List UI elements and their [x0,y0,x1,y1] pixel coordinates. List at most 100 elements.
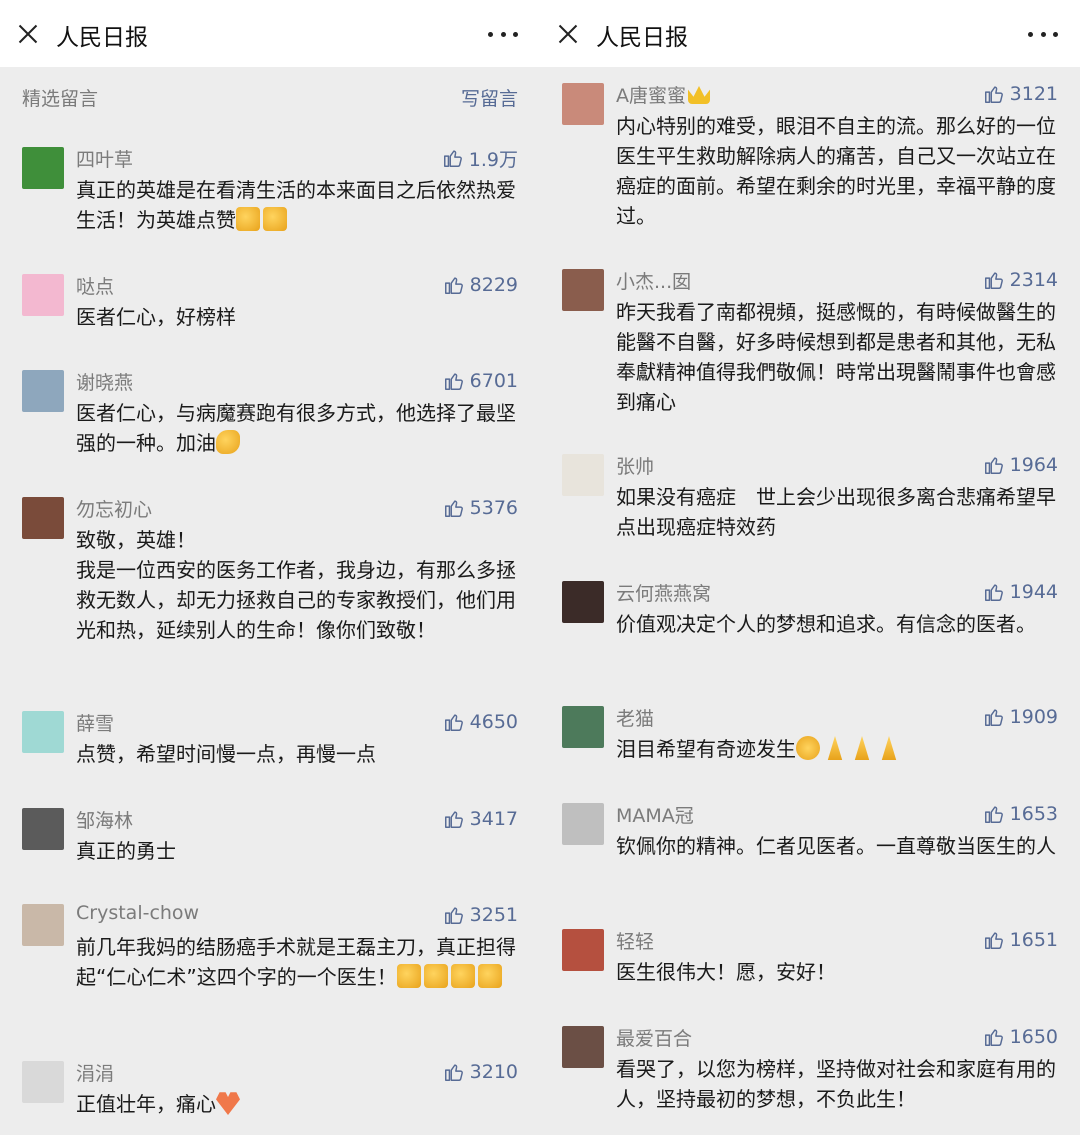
avatar[interactable] [22,274,64,316]
comment-nickname: 小杰...囡 [616,267,691,294]
avatar[interactable] [22,497,64,539]
comment-text: 泪目希望有奇迹发生 [616,734,1060,764]
comment-text-line: 致敬，英雄！ [76,528,196,552]
comment-nickname: 轻轻 [616,927,654,954]
avatar[interactable] [562,454,604,496]
like-button[interactable]: 6701 [443,368,518,394]
thumbs-up-icon [444,811,463,828]
comment-text-line: 真正的英雄是在看清生活的本来面目之后依然热爱生活！为英雄点赞 [76,178,516,232]
pray-icon [881,736,897,760]
comment-nickname: A唐蜜蜜 [616,81,713,108]
comment-text: 内心特别的难受，眼泪不自主的流。那么好的一位医生平生救助解除病人的痛苦，自己又一… [616,111,1060,231]
comment-text: 医者仁心，好榜样 [76,302,520,332]
like-count: 1944 [1009,581,1058,603]
avatar[interactable] [22,808,64,850]
like-count: 1909 [1009,706,1058,728]
avatar[interactable] [562,581,604,623]
like-button[interactable]: 8229 [443,272,518,298]
thumbs-up-icon [444,373,463,390]
avatar[interactable] [22,711,64,753]
like-count: 2314 [1009,269,1058,291]
write-comment-link[interactable]: 写留言 [461,84,518,111]
like-count: 5376 [469,497,518,519]
avatar[interactable] [562,929,604,971]
thumbs-up-icon [984,1029,1003,1046]
thumbs-up-icon [444,714,463,731]
comment-text-line: 医生很伟大！愿，安好！ [616,960,836,984]
thumbs-up-icon [443,150,462,167]
close-icon[interactable] [14,20,42,48]
comment-text-line: 昨天我看了南都視頻，挺感慨的，有時候做醫生的能醫不自醫，好多時候想到都是患者和其… [616,300,1056,414]
comment-nickname: 云何燕燕窝 [616,579,711,606]
like-button[interactable]: 2314 [983,267,1058,293]
nickname-text: 老猫 [616,708,655,730]
like-button[interactable]: 1909 [983,704,1058,730]
like-button[interactable]: 1.9万 [442,145,518,171]
nickname-text: 邹海林 [76,810,134,832]
avatar[interactable] [562,803,604,845]
thumbs-up-icon [444,277,463,294]
comment-text-line: 医者仁心，好榜样 [76,305,236,329]
comment-nickname: 邹海林 [76,806,133,833]
avatar[interactable] [562,1026,604,1068]
broken-heart-icon [216,1092,240,1115]
nickname-text: 涓涓 [76,1063,115,1085]
right-comments-panel: 人民日报 A唐蜜蜜 3121 内心特别的难受，眼泪不自主的流。那么好的一位医生平生救… [540,0,1080,1135]
nickname-text: 张帅 [616,456,655,478]
avatar[interactable] [22,904,64,946]
like-button[interactable]: 3210 [443,1059,518,1085]
pray-icon [854,736,870,760]
avatar[interactable] [562,269,604,311]
like-button[interactable]: 3121 [983,81,1058,107]
comment-text: 真正的勇士 [76,836,520,866]
thumbs-up-icon [984,86,1003,103]
avatar[interactable] [22,1061,64,1103]
like-button[interactable]: 1653 [983,801,1058,827]
comment-nickname: 哒点 [76,272,114,299]
avatar[interactable] [562,83,604,125]
comment-text: 正值壮年，痛心 [76,1089,520,1119]
thumbs-up-icon [423,964,448,988]
thumbs-up-icon [984,457,1003,474]
comment-text: 昨天我看了南都視頻，挺感慨的，有時候做醫生的能醫不自醫，好多時候想到都是患者和其… [616,297,1060,417]
like-button[interactable]: 1964 [983,452,1058,478]
like-button[interactable]: 5376 [443,495,518,521]
thumbs-up-icon [984,584,1003,601]
like-button[interactable]: 3251 [443,902,518,928]
like-count: 3251 [469,904,518,926]
avatar[interactable] [562,706,604,748]
title-bar: 人民日报 [540,0,1080,67]
comment-text: 看哭了，以您为榜样，坚持做对社会和家庭有用的人，坚持最初的梦想，不负此生！ [616,1054,1060,1114]
page-title: 人民日报 [596,25,688,51]
thumbs-up-icon [450,964,475,988]
like-count: 1653 [1009,803,1058,825]
comment-nickname: 涓涓 [76,1059,114,1086]
like-button[interactable]: 1651 [983,927,1058,953]
nickname-text: 谢晓燕 [76,372,134,394]
comment-nickname: 薛雪 [76,709,114,736]
comment-text: 前几年我妈的结肠癌手术就是王磊主刀，真正担得起“仁心仁术”这四个字的一个医生！ [76,932,520,992]
close-icon[interactable] [554,20,582,48]
comment-text: 真正的英雄是在看清生活的本来面目之后依然热爱生活！为英雄点赞 [76,175,520,235]
more-options-icon[interactable] [488,22,518,46]
comment-text-line: 点赞，希望时间慢一点，再慢一点 [76,742,376,766]
like-button[interactable]: 1650 [983,1024,1058,1050]
crying-face-icon [796,736,820,760]
avatar[interactable] [22,370,64,412]
like-button[interactable]: 4650 [443,709,518,735]
like-count: 6701 [469,370,518,392]
like-button[interactable]: 1944 [983,579,1058,605]
emoji-group [216,1092,243,1116]
avatar[interactable] [22,147,64,189]
comment-text: 钦佩你的精神。仁者见医者。一直尊敬当医生的人 [616,831,1060,861]
like-count: 3417 [469,808,518,830]
like-count: 1650 [1009,1026,1058,1048]
nickname-text: 哒点 [76,276,115,298]
page-title: 人民日报 [56,25,148,51]
comments-section-header: 精选留言 写留言 [0,67,540,127]
comment-nickname: Crystal-chow [76,902,199,924]
emoji-group [216,430,243,455]
like-button[interactable]: 3417 [443,806,518,832]
pray-icon [827,736,843,760]
more-options-icon[interactable] [1028,22,1058,46]
